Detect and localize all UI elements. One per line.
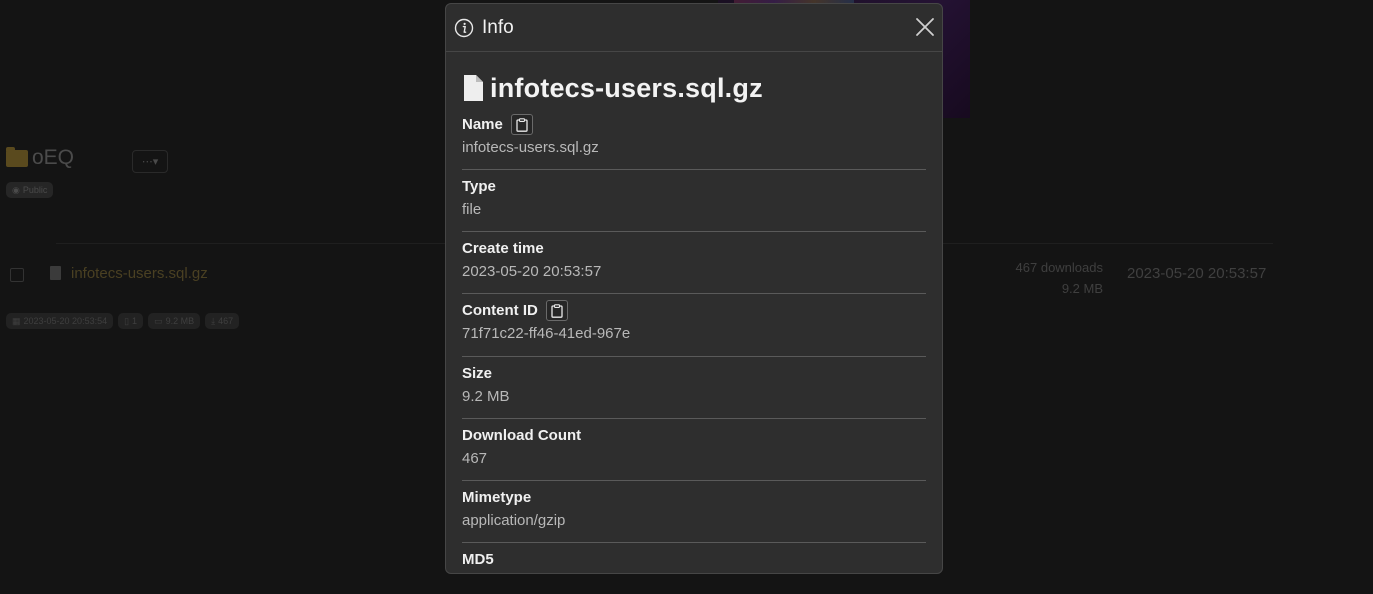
field-value: 467 xyxy=(462,450,488,467)
copy-content-id-button[interactable] xyxy=(545,300,568,321)
field-value: 26a12665b877ab319cc04b95fd31c30d xyxy=(462,571,926,573)
folder-tags: ▦ 2023-05-20 20:53:54 ▯ 1 ▭ 9.2 MB ⤓ 467 xyxy=(6,313,240,329)
folder-icon xyxy=(6,146,28,167)
field-value: application/gzip xyxy=(462,512,566,529)
calendar-icon: ▦ xyxy=(12,315,21,326)
field-create-time: Create time 2023-05-20 20:53:57 xyxy=(462,237,926,294)
field-value: 2023-05-20 20:53:57 xyxy=(462,263,602,280)
field-size: Size 9.2 MB xyxy=(462,362,926,419)
modal-body: infotecs-users.sql.gz Name infotecs-user… xyxy=(446,70,942,573)
tag-downloads: ⤓ 467 xyxy=(205,313,240,329)
eye-icon: ◉ xyxy=(12,184,20,195)
field-label: Content ID xyxy=(462,302,538,319)
field-content-id: Content ID 71f71c22-ff46-41ed-967e xyxy=(462,299,926,357)
field-type: Type file xyxy=(462,175,926,232)
field-label: Download Count xyxy=(462,427,582,444)
field-label: MD5 xyxy=(462,551,494,568)
field-download-count: Download Count 467 xyxy=(462,424,926,481)
field-label: Mimetype xyxy=(462,489,532,506)
clipboard-icon xyxy=(516,117,528,132)
field-value: file xyxy=(462,201,482,218)
download-count-text: 467 downloads xyxy=(1015,260,1103,275)
field-label: Size xyxy=(462,365,493,382)
file-link[interactable]: infotecs-users.sql.gz xyxy=(71,265,208,282)
field-label: Create time xyxy=(462,240,544,257)
folder-header: oEQ xyxy=(6,146,74,170)
file-count-icon: ▯ xyxy=(124,315,130,326)
field-value: 9.2 MB xyxy=(462,388,510,405)
tag-size: ▭ 9.2 MB xyxy=(148,313,201,329)
info-modal: Info infotecs-users.sql.gz Name infotecs… xyxy=(445,3,943,574)
field-label: Name xyxy=(462,116,503,133)
folder-menu-button[interactable]: ⋯▾ xyxy=(132,150,168,173)
file-icon xyxy=(50,266,61,280)
modal-title: Info xyxy=(482,16,514,38)
clipboard-icon xyxy=(551,303,563,318)
tag-file-count: ▯ 1 xyxy=(118,313,144,329)
folder-title: oEQ xyxy=(32,146,75,169)
close-button[interactable] xyxy=(914,16,936,38)
download-icon: ⤓ xyxy=(211,315,216,326)
field-label: Type xyxy=(462,178,496,195)
field-value: infotecs-users.sql.gz xyxy=(462,139,599,156)
info-icon xyxy=(454,18,474,38)
tag-date: ▦ 2023-05-20 20:53:54 xyxy=(6,313,114,329)
field-name: Name infotecs-users.sql.gz xyxy=(462,113,926,170)
public-badge: ◉ Public xyxy=(6,182,54,198)
close-icon xyxy=(916,18,934,36)
file-heading: infotecs-users.sql.gz xyxy=(462,70,926,106)
field-md5: MD5 26a12665b877ab319cc04b95fd31c30d xyxy=(462,548,926,573)
file-icon xyxy=(462,74,484,102)
modal-header: Info xyxy=(446,4,942,52)
file-date: 2023-05-20 20:53:57 xyxy=(1127,265,1267,282)
file-stats: 467 downloads 9.2 MB xyxy=(980,257,1103,299)
field-value: 71f71c22-ff46-41ed-967e xyxy=(462,325,631,342)
copy-name-button[interactable] xyxy=(510,114,533,135)
disk-icon: ▭ xyxy=(154,315,163,326)
field-mimetype: Mimetype application/gzip xyxy=(462,486,926,543)
file-select-checkbox[interactable] xyxy=(10,268,24,282)
file-size-text: 9.2 MB xyxy=(1061,281,1103,296)
file-heading-title: infotecs-users.sql.gz xyxy=(490,72,763,103)
